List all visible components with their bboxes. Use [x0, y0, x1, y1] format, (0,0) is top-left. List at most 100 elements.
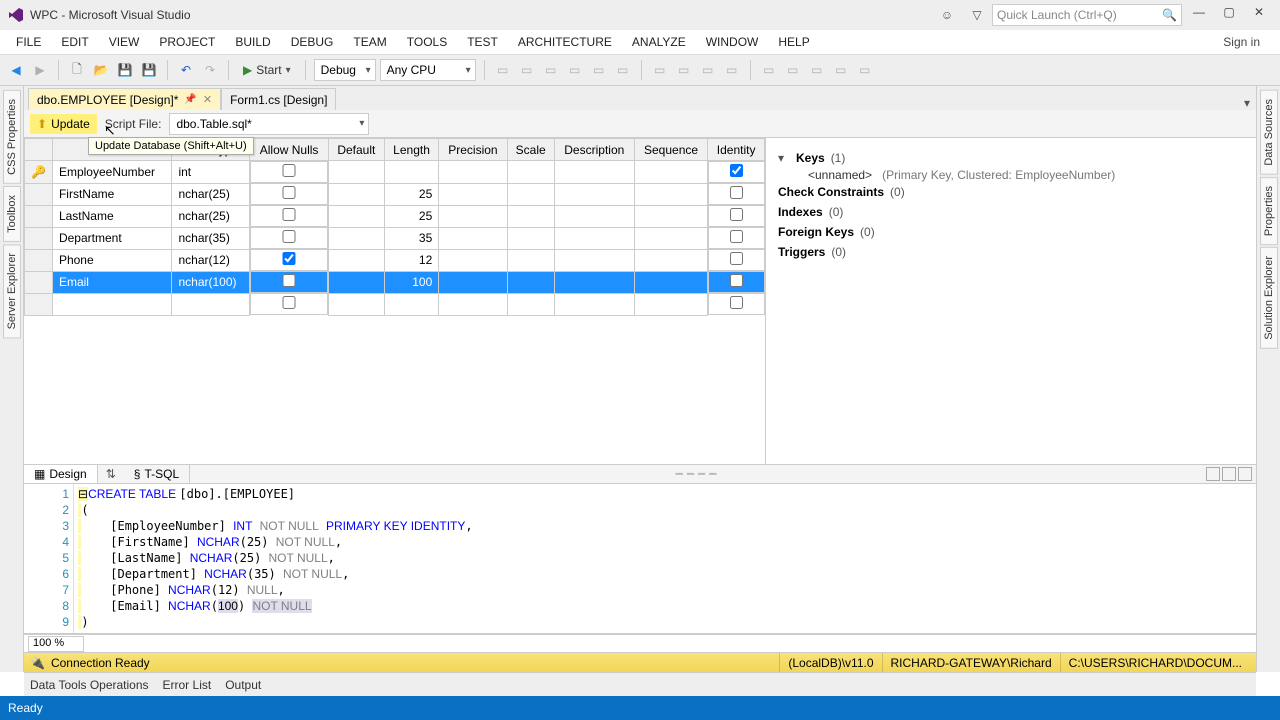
- split-bar[interactable]: ▦Design ⇅ §T-SQL ━━━━: [24, 464, 1256, 484]
- toolbar-btn-9[interactable]: ▭: [698, 60, 718, 80]
- undo-button[interactable]: ↶: [176, 60, 196, 80]
- menu-project[interactable]: PROJECT: [149, 33, 225, 51]
- allow-nulls-checkbox[interactable]: [257, 274, 321, 287]
- close-button[interactable]: ✕: [1246, 5, 1272, 25]
- menu-file[interactable]: FILE: [6, 33, 51, 51]
- col-header[interactable]: Description: [554, 139, 634, 161]
- col-header[interactable]: Precision: [439, 139, 507, 161]
- open-file-button[interactable]: 📂: [91, 60, 111, 80]
- table-row[interactable]: LastNamenchar(25)25: [25, 205, 765, 227]
- toolbar-btn-10[interactable]: ▭: [722, 60, 742, 80]
- nav-back-button[interactable]: ◀: [6, 60, 26, 80]
- tsql-tab[interactable]: §T-SQL: [124, 465, 190, 483]
- server-explorer-tab[interactable]: Server Explorer: [3, 244, 21, 338]
- zoom-select[interactable]: 100 %: [28, 636, 84, 652]
- menu-team[interactable]: TEAM: [343, 33, 396, 51]
- sql-code[interactable]: ⊟CREATE TABLE [dbo].[EMPLOYEE] ( [Employ…: [74, 484, 1256, 633]
- allow-nulls-checkbox[interactable]: [257, 230, 321, 243]
- pane-layout-3[interactable]: [1238, 467, 1252, 481]
- toolbar-btn-4[interactable]: ▭: [565, 60, 585, 80]
- col-header[interactable]: [25, 139, 53, 161]
- feedback-icon[interactable]: ☺: [936, 4, 958, 26]
- menu-window[interactable]: WINDOW: [696, 33, 769, 51]
- toolbar-btn-13[interactable]: ▭: [807, 60, 827, 80]
- tab-overflow-icon[interactable]: ▾: [1244, 96, 1250, 110]
- col-header[interactable]: Length: [384, 139, 438, 161]
- menu-view[interactable]: VIEW: [99, 33, 150, 51]
- output-tab[interactable]: Output: [225, 678, 261, 692]
- config-select[interactable]: Debug: [314, 59, 376, 81]
- tab-form1-design[interactable]: Form1.cs [Design]: [221, 88, 336, 110]
- identity-checkbox[interactable]: [715, 208, 757, 221]
- allow-nulls-checkbox[interactable]: [257, 164, 321, 177]
- script-file-select[interactable]: dbo.Table.sql*: [169, 113, 369, 135]
- toolbar-btn-6[interactable]: ▭: [613, 60, 633, 80]
- menu-build[interactable]: BUILD: [225, 33, 280, 51]
- save-button[interactable]: 💾: [115, 60, 135, 80]
- data-tools-tab[interactable]: Data Tools Operations: [30, 678, 149, 692]
- maximize-button[interactable]: ▢: [1216, 5, 1242, 25]
- primary-key-detail[interactable]: <unnamed> (Primary Key, Clustered: Emplo…: [778, 168, 1244, 182]
- start-button[interactable]: ▶ Start ▾: [237, 63, 297, 77]
- redo-button[interactable]: ↷: [200, 60, 220, 80]
- pin-icon[interactable]: 📌: [184, 94, 196, 105]
- properties-tab[interactable]: Properties: [1260, 177, 1278, 245]
- toolbar-btn-12[interactable]: ▭: [783, 60, 803, 80]
- toolbar-btn-1[interactable]: ▭: [493, 60, 513, 80]
- allow-nulls-checkbox[interactable]: [257, 186, 321, 199]
- pane-layout-2[interactable]: [1222, 467, 1236, 481]
- table-row[interactable]: Emailnchar(100)100: [25, 271, 765, 293]
- toolbar-btn-3[interactable]: ▭: [541, 60, 561, 80]
- tab-employee-design[interactable]: dbo.EMPLOYEE [Design]* 📌 ✕: [28, 88, 221, 110]
- solution-explorer-tab[interactable]: Solution Explorer: [1260, 247, 1278, 349]
- new-project-button[interactable]: 🗋: [67, 60, 87, 80]
- identity-checkbox[interactable]: [715, 186, 757, 199]
- toolbar-btn-2[interactable]: ▭: [517, 60, 537, 80]
- sql-editor[interactable]: 123456789 ⊟CREATE TABLE [dbo].[EMPLOYEE]…: [24, 484, 1256, 634]
- css-properties-tab[interactable]: CSS Properties: [3, 90, 21, 184]
- nav-forward-button[interactable]: ▶: [30, 60, 50, 80]
- save-all-button[interactable]: 💾: [139, 60, 159, 80]
- allow-nulls-checkbox[interactable]: [257, 208, 321, 221]
- menu-debug[interactable]: DEBUG: [281, 33, 344, 51]
- menu-analyze[interactable]: ANALYZE: [622, 33, 696, 51]
- col-header[interactable]: Default: [328, 139, 384, 161]
- error-list-tab[interactable]: Error List: [163, 678, 212, 692]
- menu-edit[interactable]: EDIT: [51, 33, 98, 51]
- close-tab-icon[interactable]: ✕: [203, 93, 212, 106]
- design-tab[interactable]: ▦Design: [24, 465, 98, 483]
- new-row[interactable]: [25, 293, 765, 315]
- update-button[interactable]: ⬆ Update: [30, 114, 97, 134]
- toolbar-btn-5[interactable]: ▭: [589, 60, 609, 80]
- splitter-grip[interactable]: ━━━━: [190, 467, 1206, 481]
- menu-help[interactable]: HELP: [768, 33, 819, 51]
- col-header[interactable]: Sequence: [634, 139, 707, 161]
- identity-checkbox[interactable]: [715, 252, 757, 265]
- identity-checkbox[interactable]: [715, 274, 757, 287]
- quick-launch-input[interactable]: Quick Launch (Ctrl+Q) 🔍: [992, 4, 1182, 26]
- table-row[interactable]: Phonenchar(12)12: [25, 249, 765, 271]
- col-header[interactable]: Allow Nulls: [250, 139, 329, 161]
- toolbar-btn-15[interactable]: ▭: [855, 60, 875, 80]
- minimize-button[interactable]: ―: [1186, 5, 1212, 25]
- menu-tools[interactable]: TOOLS: [397, 33, 457, 51]
- swap-panes-button[interactable]: ⇅: [98, 467, 124, 481]
- table-row[interactable]: 🔑EmployeeNumberint: [25, 161, 765, 184]
- table-row[interactable]: FirstNamenchar(25)25: [25, 183, 765, 205]
- identity-checkbox[interactable]: [715, 230, 757, 243]
- notifications-icon[interactable]: ▽: [966, 4, 988, 26]
- toolbar-btn-8[interactable]: ▭: [674, 60, 694, 80]
- data-sources-tab[interactable]: Data Sources: [1260, 90, 1278, 175]
- columns-grid[interactable]: NameData TypeAllow NullsDefaultLengthPre…: [24, 138, 765, 316]
- collapse-icon[interactable]: ▾: [778, 151, 790, 165]
- platform-select[interactable]: Any CPU: [380, 59, 476, 81]
- menu-architecture[interactable]: ARCHITECTURE: [508, 33, 622, 51]
- toolbox-tab[interactable]: Toolbox: [3, 186, 21, 242]
- toolbar-btn-11[interactable]: ▭: [759, 60, 779, 80]
- col-header[interactable]: Identity: [708, 139, 765, 161]
- sign-in-link[interactable]: Sign in: [1223, 35, 1260, 49]
- table-row[interactable]: Departmentnchar(35)35: [25, 227, 765, 249]
- toolbar-btn-14[interactable]: ▭: [831, 60, 851, 80]
- menu-test[interactable]: TEST: [457, 33, 508, 51]
- pane-layout-1[interactable]: [1206, 467, 1220, 481]
